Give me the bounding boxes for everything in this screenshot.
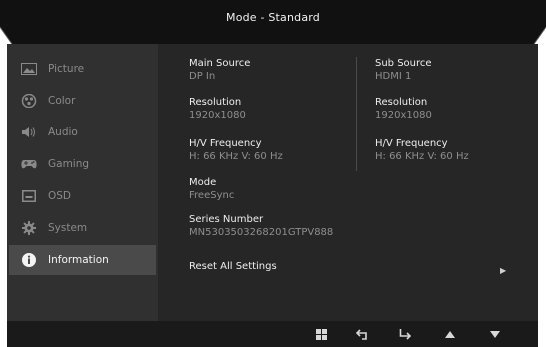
sidebar-item-osd[interactable]: OSD [7,181,158,211]
main-source-value: DP In [189,71,216,82]
sub-source-value: HDMI 1 [375,71,412,82]
gamepad-icon [20,157,38,171]
title-bar: Mode - Standard [0,0,546,44]
sidebar-item-label: OSD [48,190,72,202]
sub-resolution-label: Resolution [375,97,428,108]
main-resolution-value: 1920x1080 [189,110,246,121]
main-resolution-label: Resolution [189,97,242,108]
sidebar-item-picture[interactable]: Picture [7,54,158,84]
reset-all-settings[interactable]: Reset All Settings [189,261,277,272]
info-icon [20,253,38,267]
sub-resolution-value: 1920x1080 [375,110,432,121]
sidebar-item-gaming[interactable]: Gaming [7,149,158,179]
enter-icon[interactable] [396,326,414,342]
sidebar-item-label: System [48,222,88,234]
sidebar-item-system[interactable]: System [7,213,158,243]
down-arrow-icon[interactable] [486,326,504,342]
sub-source-label: Sub Source [375,58,432,69]
main-source-label: Main Source [189,58,251,69]
sidebar-item-label: Gaming [48,158,90,170]
speaker-icon [20,125,38,139]
back-icon[interactable] [353,326,371,342]
main-frequency-value: H: 66 KHz V: 60 Hz [189,151,283,162]
gear-icon [20,221,38,235]
sidebar-item-label: Audio [48,126,78,138]
osd-icon [20,189,38,203]
mode-label: Mode [189,177,217,188]
serial-number-label: Series Number [189,214,264,225]
sidebar-item-audio[interactable]: Audio [7,117,158,147]
osd-title: Mode - Standard [226,11,320,24]
sub-frequency-label: H/V Frequency [375,138,448,149]
monitor-osd: Mode - Standard Picture Color Audio Gami… [0,0,546,347]
chevron-right-icon[interactable]: ▶ [500,266,506,275]
main-frequency-label: H/V Frequency [189,138,262,149]
picture-icon [20,62,38,76]
sidebar-item-color[interactable]: Color [7,86,158,116]
sub-frequency-value: H: 66 KHz V: 60 Hz [375,151,469,162]
column-divider [356,57,357,171]
up-arrow-icon[interactable] [441,326,459,342]
mode-value: FreeSync [189,190,235,201]
sidebar-item-label: Color [48,95,76,107]
sidebar-item-label: Picture [48,63,85,75]
serial-number-value: MN5303503268201GTPV888 [189,227,334,238]
sidebar-item-information[interactable]: Information [9,245,156,275]
sidebar-item-label: Information [48,254,109,266]
menu-grid-icon[interactable] [313,326,329,342]
color-palette-icon [20,94,38,108]
